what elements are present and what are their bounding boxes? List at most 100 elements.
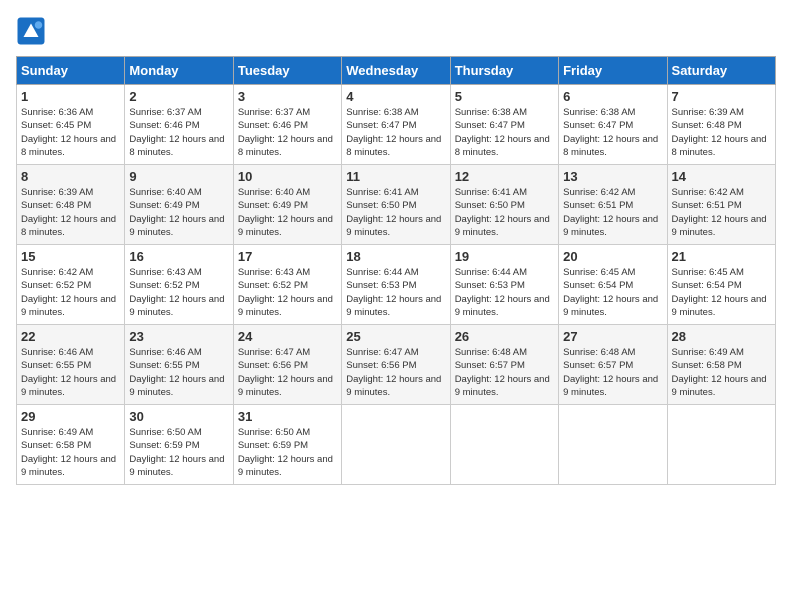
day-info: Sunrise: 6:37 AMSunset: 6:46 PMDaylight:… — [238, 106, 337, 159]
day-number: 1 — [21, 89, 120, 104]
day-number: 8 — [21, 169, 120, 184]
day-info: Sunrise: 6:48 AMSunset: 6:57 PMDaylight:… — [563, 346, 662, 399]
day-cell: 31 Sunrise: 6:50 AMSunset: 6:59 PMDaylig… — [233, 405, 341, 485]
day-number: 15 — [21, 249, 120, 264]
day-number: 3 — [238, 89, 337, 104]
logo-icon — [16, 16, 46, 46]
day-number: 24 — [238, 329, 337, 344]
week-row-3: 15 Sunrise: 6:42 AMSunset: 6:52 PMDaylig… — [17, 245, 776, 325]
day-cell: 27 Sunrise: 6:48 AMSunset: 6:57 PMDaylig… — [559, 325, 667, 405]
day-cell: 28 Sunrise: 6:49 AMSunset: 6:58 PMDaylig… — [667, 325, 775, 405]
day-number: 18 — [346, 249, 445, 264]
day-info: Sunrise: 6:41 AMSunset: 6:50 PMDaylight:… — [346, 186, 445, 239]
header — [16, 16, 776, 46]
day-cell: 23 Sunrise: 6:46 AMSunset: 6:55 PMDaylig… — [125, 325, 233, 405]
day-number: 23 — [129, 329, 228, 344]
day-info: Sunrise: 6:41 AMSunset: 6:50 PMDaylight:… — [455, 186, 554, 239]
day-cell: 8 Sunrise: 6:39 AMSunset: 6:48 PMDayligh… — [17, 165, 125, 245]
day-number: 11 — [346, 169, 445, 184]
day-info: Sunrise: 6:40 AMSunset: 6:49 PMDaylight:… — [238, 186, 337, 239]
day-cell: 10 Sunrise: 6:40 AMSunset: 6:49 PMDaylig… — [233, 165, 341, 245]
day-info: Sunrise: 6:44 AMSunset: 6:53 PMDaylight:… — [455, 266, 554, 319]
day-info: Sunrise: 6:44 AMSunset: 6:53 PMDaylight:… — [346, 266, 445, 319]
day-cell: 14 Sunrise: 6:42 AMSunset: 6:51 PMDaylig… — [667, 165, 775, 245]
col-header-thursday: Thursday — [450, 57, 558, 85]
day-cell: 26 Sunrise: 6:48 AMSunset: 6:57 PMDaylig… — [450, 325, 558, 405]
day-info: Sunrise: 6:42 AMSunset: 6:52 PMDaylight:… — [21, 266, 120, 319]
day-info: Sunrise: 6:42 AMSunset: 6:51 PMDaylight:… — [563, 186, 662, 239]
day-info: Sunrise: 6:40 AMSunset: 6:49 PMDaylight:… — [129, 186, 228, 239]
day-cell: 2 Sunrise: 6:37 AMSunset: 6:46 PMDayligh… — [125, 85, 233, 165]
day-cell — [667, 405, 775, 485]
day-number: 21 — [672, 249, 771, 264]
day-cell: 3 Sunrise: 6:37 AMSunset: 6:46 PMDayligh… — [233, 85, 341, 165]
day-number: 5 — [455, 89, 554, 104]
day-cell: 12 Sunrise: 6:41 AMSunset: 6:50 PMDaylig… — [450, 165, 558, 245]
day-info: Sunrise: 6:37 AMSunset: 6:46 PMDaylight:… — [129, 106, 228, 159]
day-number: 26 — [455, 329, 554, 344]
day-cell: 13 Sunrise: 6:42 AMSunset: 6:51 PMDaylig… — [559, 165, 667, 245]
day-cell — [342, 405, 450, 485]
day-number: 9 — [129, 169, 228, 184]
day-cell: 21 Sunrise: 6:45 AMSunset: 6:54 PMDaylig… — [667, 245, 775, 325]
day-cell: 30 Sunrise: 6:50 AMSunset: 6:59 PMDaylig… — [125, 405, 233, 485]
day-info: Sunrise: 6:47 AMSunset: 6:56 PMDaylight:… — [238, 346, 337, 399]
col-header-friday: Friday — [559, 57, 667, 85]
day-number: 7 — [672, 89, 771, 104]
day-number: 14 — [672, 169, 771, 184]
week-row-4: 22 Sunrise: 6:46 AMSunset: 6:55 PMDaylig… — [17, 325, 776, 405]
day-number: 29 — [21, 409, 120, 424]
day-cell: 1 Sunrise: 6:36 AMSunset: 6:45 PMDayligh… — [17, 85, 125, 165]
day-cell: 25 Sunrise: 6:47 AMSunset: 6:56 PMDaylig… — [342, 325, 450, 405]
day-info: Sunrise: 6:38 AMSunset: 6:47 PMDaylight:… — [346, 106, 445, 159]
day-cell: 29 Sunrise: 6:49 AMSunset: 6:58 PMDaylig… — [17, 405, 125, 485]
day-info: Sunrise: 6:49 AMSunset: 6:58 PMDaylight:… — [21, 426, 120, 479]
day-cell: 9 Sunrise: 6:40 AMSunset: 6:49 PMDayligh… — [125, 165, 233, 245]
col-header-sunday: Sunday — [17, 57, 125, 85]
day-number: 22 — [21, 329, 120, 344]
day-info: Sunrise: 6:36 AMSunset: 6:45 PMDaylight:… — [21, 106, 120, 159]
day-cell: 18 Sunrise: 6:44 AMSunset: 6:53 PMDaylig… — [342, 245, 450, 325]
day-info: Sunrise: 6:48 AMSunset: 6:57 PMDaylight:… — [455, 346, 554, 399]
day-cell — [450, 405, 558, 485]
day-number: 10 — [238, 169, 337, 184]
day-info: Sunrise: 6:43 AMSunset: 6:52 PMDaylight:… — [129, 266, 228, 319]
day-number: 27 — [563, 329, 662, 344]
day-cell: 7 Sunrise: 6:39 AMSunset: 6:48 PMDayligh… — [667, 85, 775, 165]
day-number: 16 — [129, 249, 228, 264]
day-cell — [559, 405, 667, 485]
col-header-saturday: Saturday — [667, 57, 775, 85]
day-info: Sunrise: 6:49 AMSunset: 6:58 PMDaylight:… — [672, 346, 771, 399]
day-cell: 17 Sunrise: 6:43 AMSunset: 6:52 PMDaylig… — [233, 245, 341, 325]
day-number: 6 — [563, 89, 662, 104]
day-info: Sunrise: 6:50 AMSunset: 6:59 PMDaylight:… — [129, 426, 228, 479]
col-header-monday: Monday — [125, 57, 233, 85]
day-cell: 4 Sunrise: 6:38 AMSunset: 6:47 PMDayligh… — [342, 85, 450, 165]
day-cell: 19 Sunrise: 6:44 AMSunset: 6:53 PMDaylig… — [450, 245, 558, 325]
day-info: Sunrise: 6:38 AMSunset: 6:47 PMDaylight:… — [563, 106, 662, 159]
day-cell: 20 Sunrise: 6:45 AMSunset: 6:54 PMDaylig… — [559, 245, 667, 325]
day-cell: 6 Sunrise: 6:38 AMSunset: 6:47 PMDayligh… — [559, 85, 667, 165]
day-number: 4 — [346, 89, 445, 104]
logo — [16, 16, 50, 46]
day-number: 17 — [238, 249, 337, 264]
day-cell: 11 Sunrise: 6:41 AMSunset: 6:50 PMDaylig… — [342, 165, 450, 245]
day-number: 19 — [455, 249, 554, 264]
day-number: 20 — [563, 249, 662, 264]
day-number: 28 — [672, 329, 771, 344]
day-cell: 15 Sunrise: 6:42 AMSunset: 6:52 PMDaylig… — [17, 245, 125, 325]
header-row: SundayMondayTuesdayWednesdayThursdayFrid… — [17, 57, 776, 85]
day-number: 31 — [238, 409, 337, 424]
day-cell: 5 Sunrise: 6:38 AMSunset: 6:47 PMDayligh… — [450, 85, 558, 165]
day-info: Sunrise: 6:45 AMSunset: 6:54 PMDaylight:… — [563, 266, 662, 319]
day-info: Sunrise: 6:42 AMSunset: 6:51 PMDaylight:… — [672, 186, 771, 239]
col-header-wednesday: Wednesday — [342, 57, 450, 85]
day-number: 2 — [129, 89, 228, 104]
day-cell: 24 Sunrise: 6:47 AMSunset: 6:56 PMDaylig… — [233, 325, 341, 405]
day-info: Sunrise: 6:45 AMSunset: 6:54 PMDaylight:… — [672, 266, 771, 319]
day-cell: 22 Sunrise: 6:46 AMSunset: 6:55 PMDaylig… — [17, 325, 125, 405]
week-row-2: 8 Sunrise: 6:39 AMSunset: 6:48 PMDayligh… — [17, 165, 776, 245]
day-info: Sunrise: 6:39 AMSunset: 6:48 PMDaylight:… — [21, 186, 120, 239]
day-cell: 16 Sunrise: 6:43 AMSunset: 6:52 PMDaylig… — [125, 245, 233, 325]
day-info: Sunrise: 6:50 AMSunset: 6:59 PMDaylight:… — [238, 426, 337, 479]
